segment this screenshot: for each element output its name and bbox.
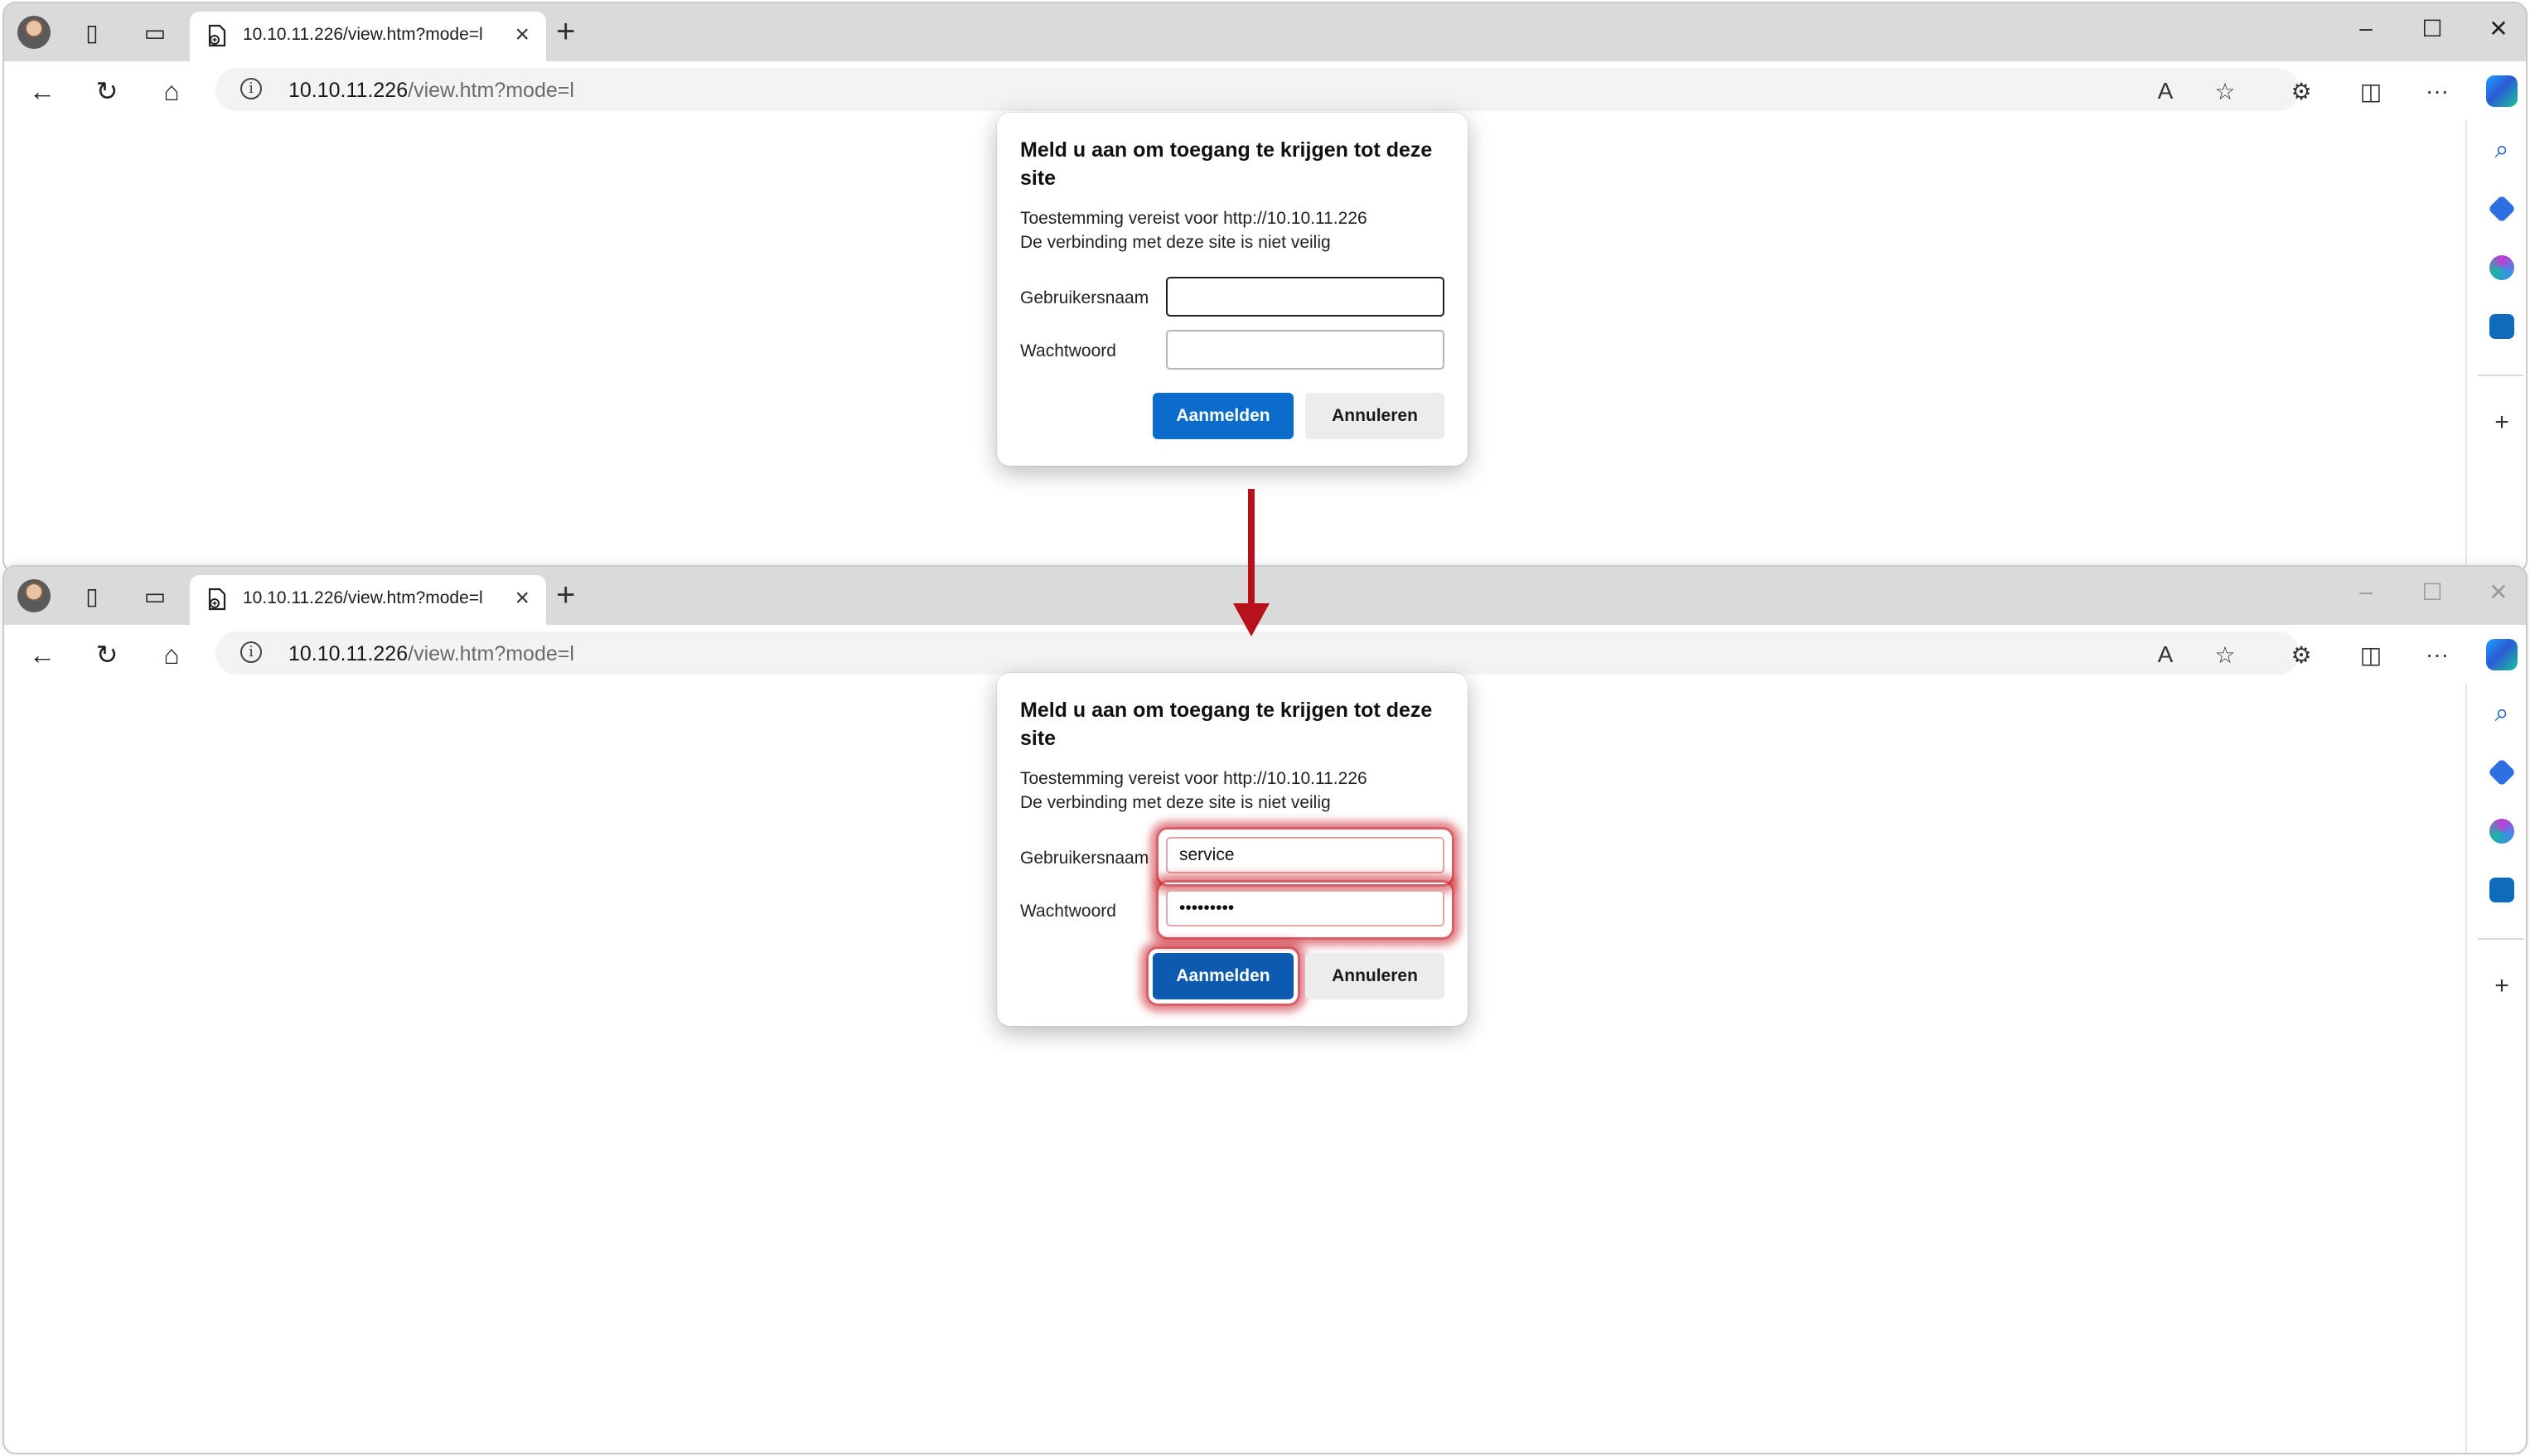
minimize-icon[interactable]: –	[2349, 15, 2382, 41]
back-icon[interactable]: ←	[24, 73, 60, 109]
favorite-icon[interactable]: ☆	[2207, 73, 2243, 109]
vertical-tabs-icon[interactable]: ▭	[140, 17, 170, 47]
workspaces-icon[interactable]: ▯	[77, 17, 107, 47]
url-host: 10.10.11.226	[288, 79, 409, 102]
flow-arrow-down-icon	[1233, 489, 1270, 636]
refresh-icon[interactable]: ↻	[89, 73, 125, 109]
tab-close-icon[interactable]: ×	[515, 584, 530, 612]
tab-title: 10.10.11.226/view.htm?mode=l	[243, 25, 483, 44]
sidebar-add-icon[interactable]: +	[2484, 404, 2520, 441]
password-label: Wachtwoord	[1020, 902, 1116, 921]
maximize-icon[interactable]: ☐	[2416, 15, 2449, 42]
extensions-icon[interactable]: ⚙	[2283, 73, 2320, 109]
url-path: /view.htm?mode=l	[408, 642, 574, 665]
url-host: 10.10.11.226	[288, 642, 409, 665]
auth-dialog: Meld u aan om toegang te krijgen tot dez…	[997, 673, 1468, 1026]
copilot-icon[interactable]	[2484, 636, 2520, 673]
sidebar-search-icon[interactable]: ⌕	[2484, 132, 2520, 168]
security-warning-text: De verbinding met deze site is niet veil…	[1020, 793, 1331, 812]
maximize-icon[interactable]: ☐	[2416, 578, 2449, 606]
permission-text: Toestemming vereist voor http://10.10.11…	[1020, 769, 1367, 788]
dialog-title: Meld u aan om toegang te krijgen tot dez…	[1020, 699, 1433, 750]
signin-button[interactable]: Aanmelden	[1153, 953, 1294, 999]
navigation-toolbar: ← ↻ ⌂ i 10.10.11.226/view.htm?mode=l A ☆…	[4, 61, 2526, 119]
password-input[interactable]: •••••••••	[1166, 890, 1444, 926]
sidebar-rule	[2478, 375, 2523, 376]
more-menu-icon[interactable]: ···	[2419, 636, 2455, 673]
url-text: 10.10.11.226/view.htm?mode=l	[288, 642, 574, 666]
sidebar-add-icon[interactable]: +	[2484, 968, 2520, 1004]
favorite-icon[interactable]: ☆	[2207, 636, 2243, 673]
signin-button[interactable]: Aanmelden	[1153, 393, 1294, 439]
sidebar-outlook-icon[interactable]	[2484, 872, 2520, 908]
cancel-button[interactable]: Annuleren	[1305, 393, 1444, 439]
home-icon[interactable]: ⌂	[153, 73, 190, 109]
username-input[interactable]: service	[1166, 837, 1444, 873]
page-document-icon	[208, 24, 226, 47]
extensions-icon[interactable]: ⚙	[2283, 636, 2320, 673]
refresh-icon[interactable]: ↻	[89, 636, 125, 673]
sidebar-shopping-icon[interactable]	[2484, 191, 2520, 227]
close-window-icon[interactable]: ✕	[2482, 15, 2515, 42]
tab-strip: ▯ ▭ 10.10.11.226/view.htm?mode=l × + – ☐…	[4, 3, 2526, 61]
split-screen-icon[interactable]: ◫	[2353, 73, 2389, 109]
profile-avatar[interactable]	[17, 579, 51, 612]
auth-dialog: Meld u aan om toegang te krijgen tot dez…	[997, 113, 1468, 466]
read-aloud-icon[interactable]: A	[2147, 73, 2184, 109]
active-tab[interactable]: 10.10.11.226/view.htm?mode=l ×	[190, 12, 546, 61]
password-label: Wachtwoord	[1020, 341, 1116, 360]
url-text: 10.10.11.226/view.htm?mode=l	[288, 79, 574, 103]
home-icon[interactable]: ⌂	[153, 636, 190, 673]
close-window-icon[interactable]: ✕	[2482, 578, 2515, 606]
dialog-title: Meld u aan om toegang te krijgen tot dez…	[1020, 138, 1433, 190]
address-bar[interactable]: i 10.10.11.226/view.htm?mode=l	[215, 68, 2300, 111]
page-document-icon	[208, 588, 226, 611]
site-info-icon[interactable]: i	[240, 641, 262, 663]
new-tab-icon[interactable]: +	[556, 578, 575, 612]
username-label: Gebruikersnaam	[1020, 849, 1149, 868]
more-menu-icon[interactable]: ···	[2419, 73, 2455, 109]
tab-close-icon[interactable]: ×	[515, 21, 530, 49]
active-tab[interactable]: 10.10.11.226/view.htm?mode=l ×	[190, 575, 546, 625]
sidebar-office-icon[interactable]	[2484, 249, 2520, 286]
password-input[interactable]	[1166, 330, 1444, 370]
profile-avatar[interactable]	[17, 16, 51, 49]
tab-title: 10.10.11.226/view.htm?mode=l	[243, 588, 483, 607]
copilot-icon[interactable]	[2484, 73, 2520, 109]
sidebar-divider	[2465, 119, 2467, 572]
sidebar-office-icon[interactable]	[2484, 813, 2520, 849]
minimize-icon[interactable]: –	[2349, 578, 2382, 605]
sidebar-search-icon[interactable]: ⌕	[2484, 695, 2520, 732]
split-screen-icon[interactable]: ◫	[2353, 636, 2389, 673]
security-warning-text: De verbinding met deze site is niet veil…	[1020, 233, 1331, 252]
new-tab-icon[interactable]: +	[556, 15, 575, 48]
cancel-button[interactable]: Annuleren	[1305, 953, 1444, 999]
workspaces-icon[interactable]: ▯	[77, 581, 107, 611]
sidebar-divider	[2465, 683, 2467, 1453]
back-icon[interactable]: ←	[24, 636, 60, 673]
username-input[interactable]	[1166, 277, 1444, 317]
browser-window-before: ▯ ▭ 10.10.11.226/view.htm?mode=l × + – ☐…	[2, 2, 2528, 573]
sidebar-rule	[2478, 938, 2523, 940]
site-info-icon[interactable]: i	[240, 78, 262, 99]
browser-window-after: ▯ ▭ 10.10.11.226/view.htm?mode=l × + – ☐…	[2, 565, 2528, 1454]
permission-text: Toestemming vereist voor http://10.10.11…	[1020, 209, 1367, 228]
username-label: Gebruikersnaam	[1020, 288, 1149, 307]
read-aloud-icon[interactable]: A	[2147, 636, 2184, 673]
url-path: /view.htm?mode=l	[408, 79, 574, 102]
sidebar-outlook-icon[interactable]	[2484, 308, 2520, 345]
sidebar-shopping-icon[interactable]	[2484, 754, 2520, 791]
vertical-tabs-icon[interactable]: ▭	[140, 581, 170, 611]
